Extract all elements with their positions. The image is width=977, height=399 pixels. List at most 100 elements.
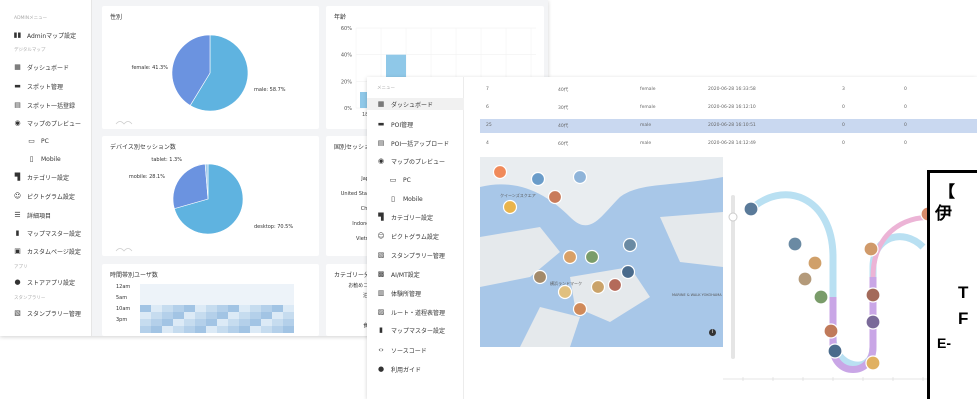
map-pin[interactable] [572,169,588,185]
main-sidebar-item-code[interactable]: ‹› ソースコード [377,344,427,356]
map-canvas [480,157,723,347]
age-ytick: 60% [341,26,352,32]
heatmap-cell [250,284,261,291]
map-icon: ▮ [15,229,20,237]
main-sidebar-item-guide[interactable]: ● 利用ガイド [377,363,421,375]
heatmap-cell [217,298,228,305]
sidebar-item-spot-bulk[interactable]: ▤ スポット一括登録 [14,100,75,110]
map-icon: ▮ [379,326,383,334]
sidebar-section-digital: デジタルマップ [14,48,46,53]
route-pin[interactable] [787,236,803,252]
main-sidebar-item-label: Mobile [403,195,423,203]
info-icon[interactable]: i [709,329,716,336]
table-cell-a: 3 [842,87,845,92]
map-pin[interactable] [502,199,518,215]
mobile-icon: ▯ [29,155,34,163]
heatmap-cell [173,305,184,312]
gender-pie-chart: male: 58.7% female: 41.3% [115,34,286,125]
main-sidebar-item-poi[interactable]: ▬ POI管理 [377,118,413,130]
main-sidebar-item-eye[interactable]: ◉ マップのプレビュー [377,155,445,167]
main-sidebar-item-stamp[interactable]: ▧ スタンプラリー管理 [377,249,445,261]
sidebar-section-admin: ADMINメニュー [14,16,48,21]
sidebar-item-custom-page[interactable]: ▣ カスタムページ設定 [14,246,81,256]
route-pin[interactable] [865,287,881,303]
monitor-icon: ▭ [389,176,397,184]
heatmap-cell [184,305,195,312]
sidebar-item-stamp-rally[interactable]: ▧ スタンプラリー管理 [14,308,81,318]
sidebar-item-mobile[interactable]: ▯ Mobile [28,154,61,164]
heatmap-cell [239,284,250,291]
sidebar-item-spot[interactable]: ▬ スポット管理 [14,81,63,91]
route-pin[interactable] [823,323,839,339]
admin-sidebar: ADMINメニュー ▮▮ Adminマップ設定 デジタルマップ ▦ ダッシュボー… [0,0,92,336]
heatmap-cell [206,326,217,333]
sidebar-item-pc[interactable]: ▭ PC [28,136,49,146]
map-pin[interactable] [590,279,606,295]
map-pin[interactable] [562,249,578,265]
map-pin[interactable] [547,189,563,205]
main-sidebar-item-category[interactable]: ▜ カテゴリー設定 [377,211,433,223]
sidebar-item-map-master[interactable]: ▮ マップマスター設定 [14,228,81,238]
heatmap-cell [195,291,206,298]
sidebar-item-details[interactable]: ☰ 詳細項目 [14,210,51,220]
map-pin[interactable] [492,164,508,180]
sidebar-item-dashboard[interactable]: ▦ ダッシュボード [14,62,69,72]
map-label-landmark: 横浜ランドマーク [550,281,582,286]
sidebar-section-menu: メニュー [377,86,395,91]
main-sidebar-item-dashboard[interactable]: ▦ ダッシュボード [367,98,464,110]
main-sidebar-item-map[interactable]: ▮ マップマスター設定 [377,324,445,336]
category-card-title: カテゴリー分 [334,272,371,279]
heatmap-cell [239,291,250,298]
sidebar-section-stamp: スタンプラリー [14,296,46,301]
pictogram-icon: ☺ [13,192,22,200]
main-sidebar-item-label: PC [403,176,411,184]
heatmap-cell [184,298,195,305]
main-sidebar-item-route[interactable]: ▨ ルート・道程表管理 [377,306,445,318]
main-sidebar-item-mobile[interactable]: ▯ Mobile [389,193,423,205]
pie-label-male: male: 58.7% [254,87,286,93]
heatmap-cell [162,291,173,298]
map-pin[interactable] [584,249,600,265]
guide-icon: ● [377,365,385,373]
heatmap-cell [206,305,217,312]
heatmap-cell [261,326,272,333]
route-pin[interactable] [797,271,813,287]
map-pin[interactable] [622,237,638,253]
main-sidebar-item-ai[interactable]: ▩ AI/MT設定 [377,268,420,280]
category-icon: ▜ [14,173,21,181]
table-cell-b: 0 [904,87,907,92]
main-sidebar-item-monitor[interactable]: ▭ PC [389,174,411,186]
route-pin[interactable] [865,355,881,371]
map-view[interactable]: クイーンズスクエア 横浜ランドマーク MARINE & WALK YOKOHAM… [480,157,723,347]
main-sidebar: メニュー ▦ ダッシュボード ▬ POI管理 ▤ POI一括アップロード ◉ マップのプレビュ… [367,77,464,399]
heatmap-cell [151,319,162,326]
sidebar-item-store-app[interactable]: ● ストアアプリ設定 [14,277,75,287]
map-pin[interactable] [620,264,636,280]
heatmap-cell [173,298,184,305]
sidebar-item-pictogram[interactable]: ☺ ピクトグラム設定 [14,191,75,201]
sidebar-item-admin-map[interactable]: ▮▮ Adminマップ設定 [14,30,76,40]
table-row[interactable]: 6 30代 female 2020-06-28 16:12:10 0 0 [480,101,977,115]
table-cell-id: 4 [486,141,489,146]
table-row[interactable]: 7 40代 female 2020-06-28 16:33:58 3 0 [480,83,977,97]
route-pin[interactable] [863,241,879,257]
sidebar-item-category[interactable]: ▜ カテゴリー設定 [14,172,69,182]
route-pin[interactable] [743,201,759,217]
route-pin[interactable] [813,289,829,305]
route-pin[interactable] [865,314,881,330]
map-pin[interactable] [572,301,588,317]
heatmap-cell [151,326,162,333]
route-pin[interactable] [827,343,843,359]
map-pin[interactable] [530,171,546,187]
main-sidebar-item-label: 体験所管理 [391,290,422,298]
map-pin[interactable] [557,284,573,300]
map-pin[interactable] [607,277,623,293]
main-sidebar-item-upload[interactable]: ▤ POI一括アップロード [377,137,449,149]
main-sidebar-item-experience[interactable]: ▥ 体験所管理 [377,287,421,299]
sidebar-item-preview[interactable]: ◉ マップのプレビュー [14,118,81,128]
age-ytick: 40% [341,53,352,59]
dashboard-icon: ▦ [377,100,385,108]
main-sidebar-item-pictogram[interactable]: ☺ ピクトグラム設定 [377,230,438,242]
map-pin[interactable] [532,269,548,285]
route-pin[interactable] [807,255,823,271]
